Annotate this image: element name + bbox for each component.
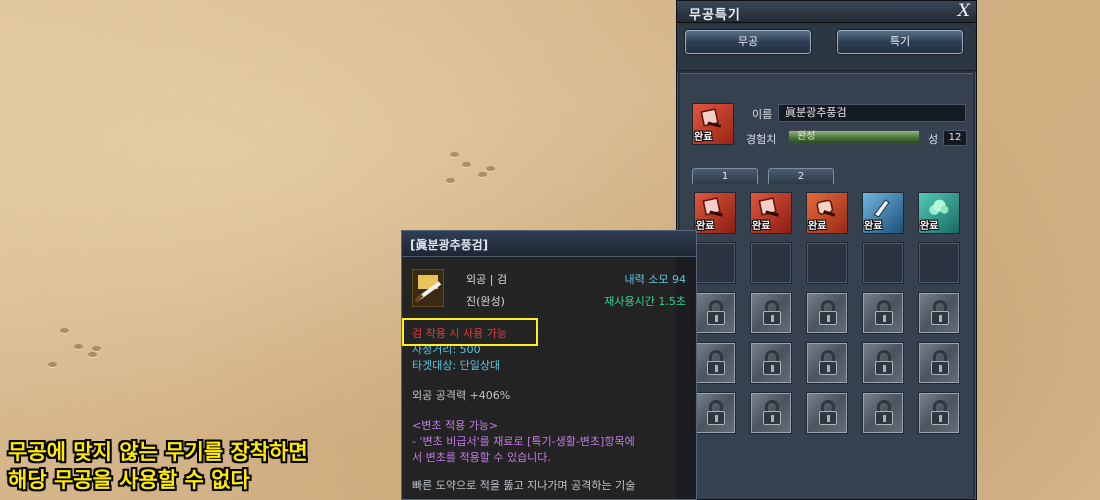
skill-slot-3[interactable]: 완료 <box>806 192 848 234</box>
caption-line-1: 무공에 맞지 않는 무기를 장착하면 <box>8 440 308 464</box>
tooltip-description: 빠른 도약으로 적을 뚫고 지나가며 공격하는 기술 <box>412 479 636 492</box>
tooltip-grade: 진(완성) <box>466 295 505 308</box>
locked-slot <box>918 292 960 334</box>
locked-slot <box>862 292 904 334</box>
empty-slot[interactable] <box>862 242 904 284</box>
empty-slot[interactable] <box>806 242 848 284</box>
close-icon[interactable]: X <box>958 1 970 21</box>
caption-line-2: 해당 무공을 사용할 수 없다 <box>8 468 250 492</box>
sword-scroll-icon <box>411 268 445 308</box>
tooltip-variant-line2: 서 변초를 적용할 수 있습니다. <box>412 451 551 464</box>
tooltip-cooldown: 재사용시간 1.5초 <box>604 295 686 308</box>
locked-slot <box>806 342 848 384</box>
tooltip-attack: 외공 공격력 +406% <box>412 389 511 402</box>
locked-slot <box>694 292 736 334</box>
skill-name-field: 眞분광추풍검 <box>778 104 966 122</box>
done-badge: 완료 <box>696 221 715 232</box>
tooltip-variant-line1: - '변초 비급서'를 재료로 [특기-생활-변초]항목에 <box>412 435 635 448</box>
page-tab-1[interactable]: 1 <box>692 168 758 184</box>
name-label: 이름 <box>752 108 773 121</box>
exp-label: 경험치 <box>746 133 777 146</box>
skill-slot-1[interactable]: 완료 <box>694 192 736 234</box>
tooltip-target: 타겟대상: 단일상대 <box>412 359 501 372</box>
skill-panel: 완료 이름 眞분광추풍검 경험치 완성 성 12 1 2 완료 완료 완료 완료… <box>680 73 973 499</box>
done-badge: 완료 <box>694 132 713 143</box>
locked-slot <box>750 392 792 434</box>
tab-specialty[interactable]: 특기 <box>837 30 963 54</box>
done-badge: 완료 <box>808 221 827 232</box>
locked-slot <box>694 392 736 434</box>
skill-window: 무공특기 X 무공 특기 완료 이름 眞분광추풍검 경험치 완성 성 12 1 … <box>676 0 977 500</box>
locked-slot <box>862 392 904 434</box>
level-value: 12 <box>943 130 967 146</box>
tab-martial-arts[interactable]: 무공 <box>685 30 811 54</box>
skill-slot-5[interactable]: 완료 <box>918 192 960 234</box>
window-titlebar[interactable]: 무공특기 X <box>677 1 976 23</box>
locked-slot <box>806 392 848 434</box>
locked-slot <box>694 342 736 384</box>
tooltip-internal-cost: 내력 소모 94 <box>624 273 686 286</box>
tooltip-variant-title: <변초 적용 가능> <box>412 419 499 432</box>
tooltip-skill-type: 외공 | 검 <box>466 273 508 286</box>
tooltip-header: [眞분광추풍검] <box>402 231 696 257</box>
locked-slot <box>750 292 792 334</box>
locked-slot <box>750 342 792 384</box>
done-badge: 완료 <box>752 221 771 232</box>
empty-slot[interactable] <box>918 242 960 284</box>
done-badge: 완료 <box>864 221 883 232</box>
selected-skill-icon[interactable]: 완료 <box>692 103 734 145</box>
skill-tooltip: [眞분광추풍검] 외공 | 검 내력 소모 94 진(완성) 재사용시간 1.5… <box>401 230 697 500</box>
locked-slot <box>862 342 904 384</box>
highlight-box <box>402 318 538 346</box>
skill-slot-2[interactable]: 완료 <box>750 192 792 234</box>
tab-bar: 무공 특기 <box>677 25 976 71</box>
done-badge: 완료 <box>920 221 939 232</box>
level-label: 성 <box>928 133 939 146</box>
empty-slot[interactable] <box>750 242 792 284</box>
page-tab-2[interactable]: 2 <box>768 168 834 184</box>
locked-slot <box>806 292 848 334</box>
locked-slot <box>918 392 960 434</box>
exp-status: 완성 <box>797 131 816 142</box>
locked-slot <box>918 342 960 384</box>
window-title: 무공특기 <box>689 8 741 23</box>
exp-progress-bar: 완성 <box>788 130 920 144</box>
empty-slot[interactable] <box>694 242 736 284</box>
skill-slot-4[interactable]: 완료 <box>862 192 904 234</box>
tooltip-skill-name: [眞분광추풍검] <box>410 238 489 252</box>
